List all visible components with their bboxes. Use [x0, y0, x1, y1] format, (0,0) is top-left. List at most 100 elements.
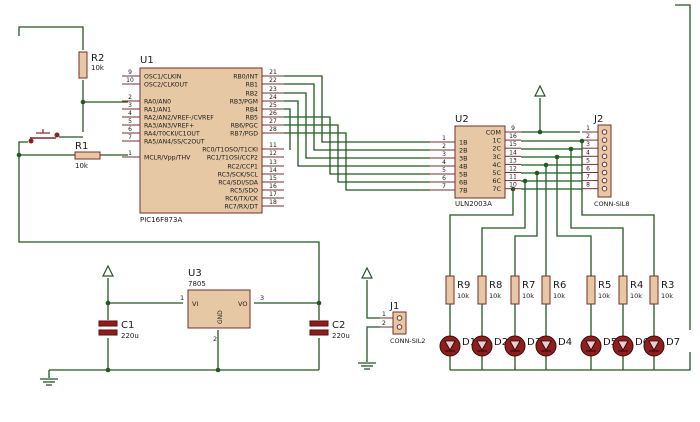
led-d5[interactable]: D5 [580, 335, 617, 357]
button-contact-right [54, 132, 60, 138]
ground-j1 [358, 362, 376, 370]
reset-pushbutton[interactable] [28, 129, 60, 144]
u1-pin-name: RB3/PGM [230, 99, 258, 106]
u1-pin-name: RB7/PGD [230, 131, 258, 138]
resistor-r6[interactable]: R610k [541, 275, 566, 305]
led-d2[interactable]: D2 [471, 335, 508, 357]
resistor-r7[interactable]: R710k [510, 275, 535, 305]
capacitor-c2[interactable]: C2 220u [309, 320, 350, 340]
u1-pin-number: 2 [128, 94, 132, 101]
led-resistor-ref: R3 [661, 280, 674, 291]
u2-pin-name: 2B [459, 147, 468, 155]
capacitor-c1[interactable]: C1 220u [98, 320, 139, 340]
j2-pin-socket [601, 177, 608, 184]
u1-pin-name: RB1 [246, 82, 259, 89]
u1-pin-number: 13 [269, 159, 277, 166]
j1-part: CONN-SIL2 [390, 337, 426, 345]
u3-pin-vo: 3 [260, 294, 264, 302]
u1-pin-number: 10 [126, 77, 134, 84]
ground-left [40, 378, 58, 386]
led-ref: D7 [666, 337, 680, 348]
u2-pin-number: 7 [442, 183, 446, 190]
u1-pin-name: RA5/AN4/SS/C2OUT [144, 139, 205, 146]
schematic-canvas: U1 PIC16F873A 9 OSC1/CLKIN 10 OSC2/CLKOUT 2 R… [16, 4, 691, 386]
u2-pin-name: 5B [459, 171, 468, 179]
j2-pin-number: 4 [586, 149, 590, 156]
u1-pin-name: MCLR/Vpp/THV [144, 155, 191, 162]
u1-pin-name: RC2/CCP1 [227, 164, 258, 171]
resistor-body [649, 275, 659, 305]
j1-pin-2: 2 [382, 320, 386, 327]
u1-microcontroller[interactable]: U1 PIC16F873A 9 OSC1/CLKIN 10 OSC2/CLKOUT 2 R… [122, 55, 284, 224]
u3-regulator[interactable]: U3 7805 VI VO GND 1 3 2 [180, 268, 264, 343]
u1-part: PIC16F873A [140, 216, 182, 224]
u2-pin-number: 4 [442, 159, 446, 166]
j2-pin-socket [601, 129, 608, 135]
u2-pin-name: 4B [459, 163, 468, 171]
u1-pin-name: OSC1/CLKIN [144, 74, 182, 81]
resistor-r8[interactable]: R810k [477, 275, 502, 305]
led-resistor-ref: R4 [630, 280, 643, 291]
u1-pin-name: OSC2/CLKOUT [144, 82, 188, 89]
resistor-r3[interactable]: R310k [649, 275, 674, 305]
led-resistor-value: 10k [661, 292, 673, 300]
u1-pin-name: RB0/INT [233, 74, 258, 81]
resistor-r4[interactable]: R410k [618, 275, 643, 305]
u2-pin-number: 16 [509, 133, 517, 140]
u3-part: 7805 [188, 280, 206, 288]
u2-pin-name: 6C [492, 177, 501, 185]
u1-pin-name: RC5/SDO [230, 188, 258, 195]
j2-pin-number: 7 [586, 174, 590, 181]
u2-pin-name: 5C [492, 169, 501, 177]
j1-ref: J1 [389, 301, 399, 312]
j2-pin-socket [601, 145, 608, 151]
u1-pin-number: 9 [128, 69, 132, 76]
u1-pin-name: RC3/SCK/SCL [218, 172, 259, 179]
resistor-r2[interactable]: R2 10k [78, 51, 105, 79]
u1-pin-number: 12 [269, 150, 277, 157]
led-d7[interactable]: D7 [643, 335, 680, 357]
u1-pin-name: RC7/RX/DT [225, 204, 259, 211]
led-d4[interactable]: D4 [535, 335, 572, 357]
resistor-body [586, 275, 596, 305]
u2-pin-name: 3C [492, 153, 501, 161]
c1-ref: C1 [121, 320, 134, 331]
j1-pin-1: 1 [382, 311, 386, 318]
resistor-body [445, 275, 455, 305]
j2-connector[interactable]: J2 CONN-SIL8 12345 678 [582, 114, 630, 208]
u1-pin-name: RC0/T1OSO/T1CKI [202, 147, 258, 154]
j2-ref: J2 [593, 114, 603, 125]
r2-value: 10k [91, 64, 105, 72]
u2-pin-name: 1B [459, 139, 468, 147]
led-resistor-value: 10k [522, 292, 534, 300]
led-resistor-value: 10k [489, 292, 501, 300]
resistor-body [541, 275, 551, 305]
led-ref: D4 [558, 337, 572, 348]
led-resistor-value: 10k [598, 292, 610, 300]
u1-pin-number: 4 [128, 110, 132, 117]
j1-connector[interactable]: J1 CONN-SIL2 1 2 [380, 301, 426, 345]
j2-pin-socket [601, 161, 608, 168]
u3-gnd-label: GND [217, 310, 224, 324]
led-resistor-ref: R7 [522, 280, 535, 291]
u2-pin-name: 2C [492, 145, 501, 153]
u1-pin-name: RB2 [246, 91, 259, 98]
resistor-r9[interactable]: R910k [445, 275, 470, 305]
u2-pin-name: 7B [459, 187, 468, 195]
u1-pin-name: RC4/SDI/SDA [218, 180, 259, 187]
power-arrow-top-right [534, 84, 546, 97]
u2-driver[interactable]: U2 ULN2003A 1 1B 2 2B 3 3B 4 4B 5 5B 6 6B 7 7B 9 COM 16… [430, 114, 521, 208]
resistor-body [477, 275, 487, 305]
led-d1[interactable]: D1 [439, 335, 476, 357]
j2-pin-number: 1 [586, 125, 590, 132]
u1-pin-number: 18 [269, 199, 277, 206]
u2-pin-number: 15 [509, 141, 517, 148]
ground-symbols [40, 362, 376, 386]
resistor-r1[interactable]: R1 10k [74, 141, 101, 170]
u1-pin-number: 25 [269, 102, 277, 109]
resistor-r5[interactable]: R510k [586, 275, 611, 305]
button-contact-left [28, 138, 34, 144]
u1-pin-number: 16 [269, 183, 277, 190]
u2-pin-name: COM [486, 129, 501, 137]
c2-ref: C2 [332, 320, 345, 331]
